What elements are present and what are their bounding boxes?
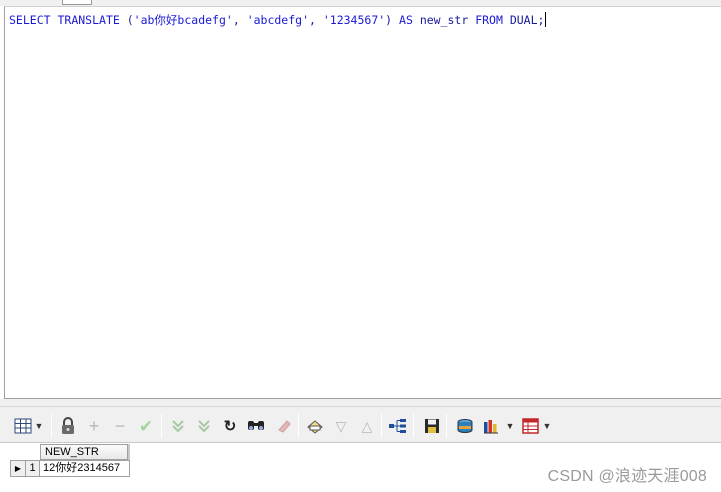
toolbar-divider bbox=[446, 414, 447, 438]
sql-comma: , bbox=[232, 13, 247, 27]
sql-keyword-select: SELECT bbox=[9, 13, 51, 27]
fetch-last-icon bbox=[198, 420, 210, 433]
chevron-down-icon: ▼ bbox=[542, 420, 552, 431]
editor-tab[interactable] bbox=[62, 0, 92, 5]
table-view-dropdown[interactable]: ▼ bbox=[540, 415, 554, 437]
export-button[interactable] bbox=[454, 415, 476, 437]
toolbar-divider bbox=[413, 414, 414, 438]
filter-down-button[interactable]: ▽ bbox=[330, 415, 352, 437]
column-header-new-str[interactable]: NEW_STR bbox=[40, 444, 128, 460]
current-row-indicator-icon: ▶ bbox=[10, 460, 26, 477]
fetch-last-button[interactable] bbox=[193, 415, 215, 437]
sql-open-paren: ( bbox=[119, 13, 134, 27]
column-resize-handle[interactable] bbox=[128, 444, 130, 460]
pane-splitter[interactable] bbox=[0, 399, 721, 407]
watermark: CSDN @浪迹天涯008 bbox=[547, 468, 707, 485]
sql-close-paren: ) bbox=[385, 13, 400, 27]
table-row[interactable]: ▶ 1 12你好2314567 bbox=[10, 460, 130, 477]
sql-keyword-as: AS bbox=[399, 13, 413, 27]
triangle-down-icon: ▽ bbox=[335, 418, 347, 434]
add-record-icon: + bbox=[88, 416, 100, 436]
lock-icon bbox=[62, 417, 74, 434]
lock-button[interactable] bbox=[57, 415, 79, 437]
delete-record-icon: − bbox=[114, 416, 126, 436]
grid-layout-button[interactable] bbox=[12, 415, 34, 437]
sql-string-arg2: 'abcdefg' bbox=[246, 13, 309, 27]
sql-keyword-translate: TRANSLATE bbox=[57, 13, 120, 27]
grid-layout-icon bbox=[14, 418, 32, 434]
sql-line[interactable]: SELECT TRANSLATE ('ab你好bcadefg', 'abcdef… bbox=[9, 12, 547, 28]
query-by-example-icon bbox=[307, 420, 323, 434]
sql-string-arg3: '1234567' bbox=[322, 13, 386, 27]
sql-editor[interactable]: SELECT TRANSLATE ('ab你好bcadefg', 'abcdef… bbox=[4, 6, 721, 399]
table-icon bbox=[522, 418, 539, 434]
refresh-button[interactable]: ↻ bbox=[219, 415, 241, 437]
grid-header: NEW_STR bbox=[10, 444, 130, 460]
toolbar-divider bbox=[161, 414, 162, 438]
eraser-icon bbox=[278, 420, 291, 433]
table-view-button[interactable] bbox=[520, 415, 542, 437]
delete-record-button[interactable]: − bbox=[109, 415, 131, 437]
sql-keyword-from: FROM bbox=[475, 13, 503, 27]
bar-chart-icon bbox=[484, 420, 498, 434]
fetch-next-icon bbox=[172, 420, 184, 433]
sql-comma: , bbox=[309, 13, 323, 27]
text-caret bbox=[545, 12, 547, 27]
row-number: 1 bbox=[26, 460, 40, 477]
refresh-icon: ↻ bbox=[223, 417, 237, 435]
grid-layout-dropdown[interactable]: ▼ bbox=[32, 415, 46, 437]
add-record-button[interactable]: + bbox=[83, 415, 105, 437]
tree-view-button[interactable] bbox=[387, 415, 409, 437]
post-changes-button[interactable]: ✔ bbox=[135, 415, 157, 437]
results-toolbar: ▼ + − ✔ ↻ ▽ △ ▼ ▼ bbox=[0, 407, 721, 443]
clear-button[interactable] bbox=[273, 415, 295, 437]
toolbar-divider bbox=[381, 414, 382, 438]
database-export-icon bbox=[457, 419, 473, 433]
chart-dropdown[interactable]: ▼ bbox=[503, 415, 517, 437]
chart-button[interactable] bbox=[481, 415, 503, 437]
tree-view-icon bbox=[389, 419, 406, 433]
sql-table: DUAL; bbox=[502, 13, 545, 27]
toolbar-divider bbox=[51, 414, 52, 438]
save-button[interactable] bbox=[421, 415, 443, 437]
find-button[interactable] bbox=[245, 415, 267, 437]
query-by-example-button[interactable] bbox=[304, 415, 326, 437]
grid-corner bbox=[10, 444, 40, 460]
find-icon bbox=[248, 421, 264, 430]
sql-alias: new_str bbox=[412, 13, 476, 27]
filter-up-button[interactable]: △ bbox=[356, 415, 378, 437]
table-cell-new-str[interactable]: 12你好2314567 bbox=[40, 460, 130, 477]
chevron-down-icon: ▼ bbox=[34, 420, 44, 431]
toolbar-divider bbox=[298, 414, 299, 438]
fetch-next-button[interactable] bbox=[167, 415, 189, 437]
sql-string-arg1: 'ab你好bcadefg' bbox=[133, 13, 233, 27]
triangle-up-icon: △ bbox=[361, 418, 373, 434]
save-icon bbox=[425, 419, 439, 433]
chevron-down-icon: ▼ bbox=[505, 420, 515, 431]
post-changes-icon: ✔ bbox=[138, 416, 154, 436]
